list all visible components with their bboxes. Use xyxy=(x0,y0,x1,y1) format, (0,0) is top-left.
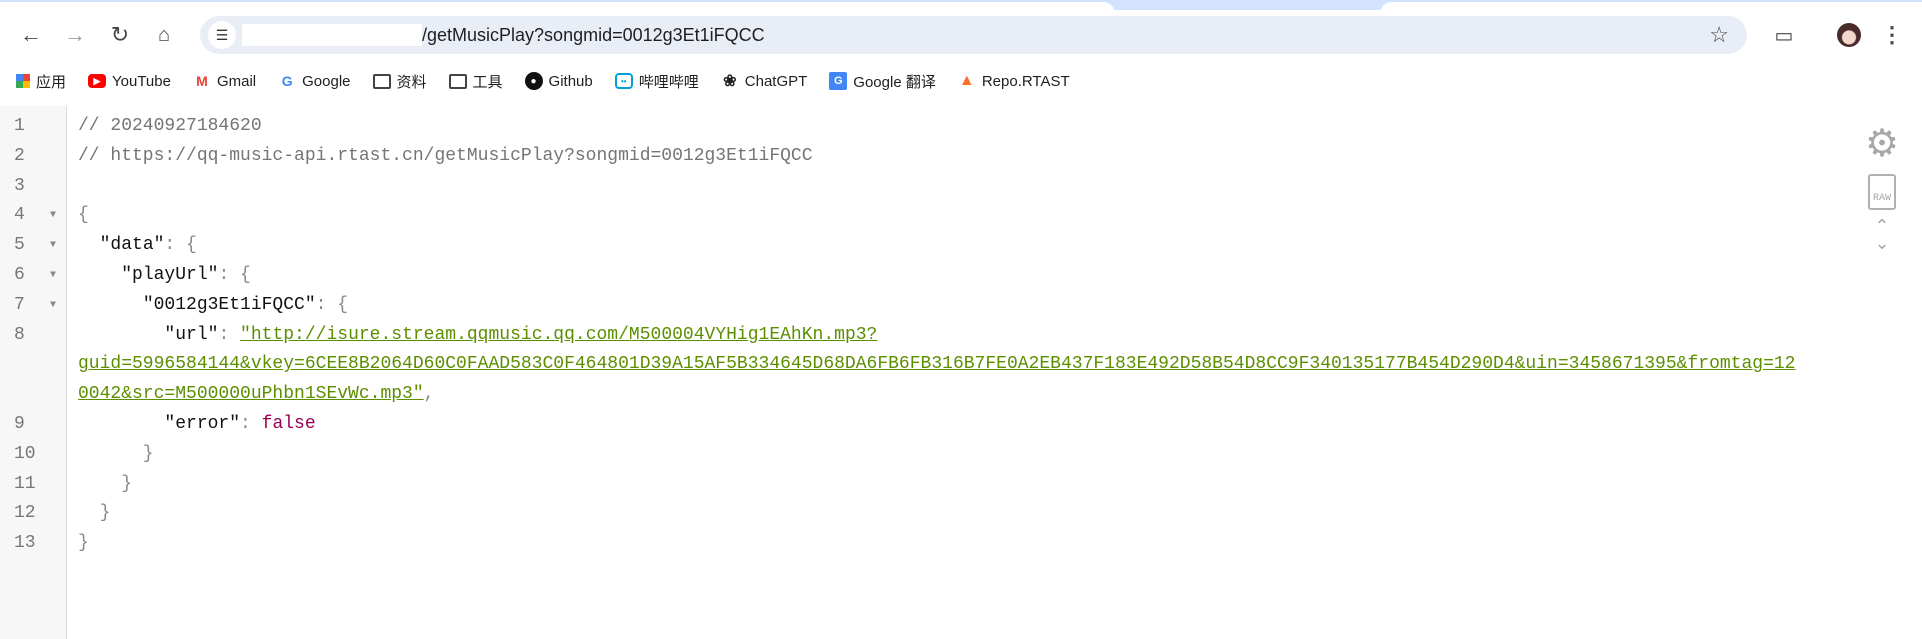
bookmark-folder-gongju[interactable]: 工具 xyxy=(448,71,503,92)
json-key: "data" xyxy=(99,235,165,256)
bookmark-label: 应用 xyxy=(36,73,67,91)
gitlab-icon: ▲ xyxy=(958,72,975,89)
line-number: 3 xyxy=(14,175,25,196)
bookmark-github[interactable]: ● Github xyxy=(524,72,593,90)
bookmark-label: Google 翻译 xyxy=(853,73,936,91)
json-key: "error" xyxy=(164,413,241,434)
line-number: 8 xyxy=(14,324,25,345)
bookmark-youtube[interactable]: ▶ YouTube xyxy=(88,73,171,90)
reload-button[interactable]: ↻ xyxy=(105,20,135,50)
json-key: "url" xyxy=(164,324,219,345)
bookmark-bilibili[interactable]: •• 哔哩哔哩 xyxy=(614,71,699,92)
code-block: 1 // 20240927184620 2 // https://qq-music-… xyxy=(0,112,1795,559)
google-translate-icon: G xyxy=(829,72,848,90)
gmail-icon: M xyxy=(196,73,208,89)
code-line: 12 } xyxy=(0,499,1795,529)
fold-toggle-icon[interactable]: ▼ xyxy=(40,201,66,231)
menu-icon[interactable]: ⋮ xyxy=(1877,20,1907,50)
folder-icon xyxy=(372,73,391,89)
json-key: "0012g3Et1iFQCC" xyxy=(142,294,316,315)
code-line: 9 "error": false xyxy=(0,410,1795,440)
bookmark-gmail[interactable]: M Gmail xyxy=(193,72,256,90)
bookmark-label: 资料 xyxy=(396,73,427,91)
code-line: 1 // 20240927184620 xyxy=(0,112,1795,142)
forward-button[interactable]: → xyxy=(60,20,90,50)
comment-url: // https://qq-music-api.rtast.cn/getMusi… xyxy=(78,145,813,166)
code-line: 6 ▼ "playUrl": { xyxy=(0,261,1795,291)
browser-toolbar: ← → ↻ ⌂ ☰ /getMusicPlay?songmid=0012g3Et… xyxy=(0,10,1922,60)
bookmark-google[interactable]: G Google xyxy=(278,72,351,90)
bilibili-icon: •• xyxy=(614,73,633,89)
comment-timestamp: // 20240927184620 xyxy=(78,116,262,136)
code-line: 4 ▼{ xyxy=(0,201,1795,231)
bookmark-label: Google xyxy=(302,72,351,90)
chatgpt-icon: ❀ xyxy=(723,73,737,90)
code-line: 10 } xyxy=(0,440,1795,470)
folder-icon xyxy=(448,73,467,89)
line-number: 4 xyxy=(14,205,25,226)
youtube-icon: ▶ xyxy=(88,74,107,88)
bookmark-star-icon[interactable]: ☆ xyxy=(1709,22,1729,48)
avatar[interactable] xyxy=(1834,20,1864,50)
code-line: 8 "url": "http://isure.stream.qqmusic.qq… xyxy=(0,321,1795,410)
line-number: 2 xyxy=(14,145,25,166)
extensions-icon[interactable]: ▭ xyxy=(1769,20,1799,50)
bookmark-folder-ziliao[interactable]: 资料 xyxy=(372,71,427,92)
json-boolean: false xyxy=(261,413,316,434)
code-line: 11 } xyxy=(0,470,1795,500)
play-url-link[interactable]: "http://isure.stream.qqmusic.qq.com/M500… xyxy=(78,325,1795,405)
line-number: 13 xyxy=(14,533,36,554)
line-number: 10 xyxy=(14,443,36,464)
code-line: 7 ▼ "0012g3Et1iFQCC": { xyxy=(0,291,1795,321)
google-icon: G xyxy=(281,73,293,89)
address-url[interactable]: /getMusicPlay?songmid=0012g3Et1iFQCC xyxy=(422,24,765,46)
bookmark-chatgpt[interactable]: ❀ ChatGPT xyxy=(721,72,808,91)
line-number: 11 xyxy=(14,473,36,494)
bookmark-label: Github xyxy=(548,72,593,90)
line-number: 1 xyxy=(14,116,25,136)
fold-toggle-icon[interactable]: ▼ xyxy=(40,291,66,321)
raw-icon[interactable]: RAW xyxy=(1868,174,1896,210)
apps-grid-icon xyxy=(16,74,30,88)
line-number: 6 xyxy=(14,264,25,285)
code-line: 2 // https://qq-music-api.rtast.cn/getMus… xyxy=(0,142,1795,172)
bookmarks-bar: 应用 ▶ YouTube M Gmail G Google 资料 工具 ● Github… xyxy=(0,66,1070,96)
bookmark-label: 工具 xyxy=(472,73,503,91)
address-bar[interactable]: ☰ /getMusicPlay?songmid=0012g3Et1iFQCC ☆ xyxy=(200,16,1747,54)
fold-toggle-icon[interactable]: ▼ xyxy=(40,261,66,291)
line-number: 5 xyxy=(14,235,25,256)
bookmark-label: 哔哩哔哩 xyxy=(638,73,699,91)
code-line: 5 ▼ "data": { xyxy=(0,231,1795,261)
json-viewer: 1 // 20240927184620 2 // https://qq-music-… xyxy=(0,106,1922,639)
bookmark-google-translate[interactable]: G Google 翻译 xyxy=(829,71,936,92)
line-number: 12 xyxy=(14,503,36,524)
gear-icon[interactable]: ⚙ xyxy=(1865,124,1899,164)
bookmark-label: YouTube xyxy=(112,72,171,90)
home-button[interactable]: ⌂ xyxy=(149,20,179,50)
bookmark-label: ChatGPT xyxy=(744,72,808,90)
bookmark-label: Gmail xyxy=(216,72,257,90)
line-number: 7 xyxy=(14,294,25,315)
bookmark-label: Repo.RTAST xyxy=(981,72,1070,90)
redacted-host xyxy=(242,24,422,46)
bookmark-apps[interactable]: 应用 xyxy=(16,71,66,92)
line-number: 9 xyxy=(14,413,25,434)
chevron-down-icon[interactable]: ⌄ xyxy=(1874,234,1889,252)
fold-toggle-icon[interactable]: ▼ xyxy=(40,231,66,261)
json-key: "playUrl" xyxy=(121,264,219,285)
code-line: 13} xyxy=(0,529,1795,559)
github-icon: ● xyxy=(524,72,543,90)
site-info-icon[interactable]: ☰ xyxy=(208,21,236,49)
viewer-tools: ⚙ RAW ⌃ ⌄ xyxy=(1862,124,1902,252)
code-line: 3 xyxy=(0,172,1795,202)
back-button[interactable]: ← xyxy=(16,20,46,50)
bookmark-repo-rtast[interactable]: ▲ Repo.RTAST xyxy=(958,72,1070,90)
